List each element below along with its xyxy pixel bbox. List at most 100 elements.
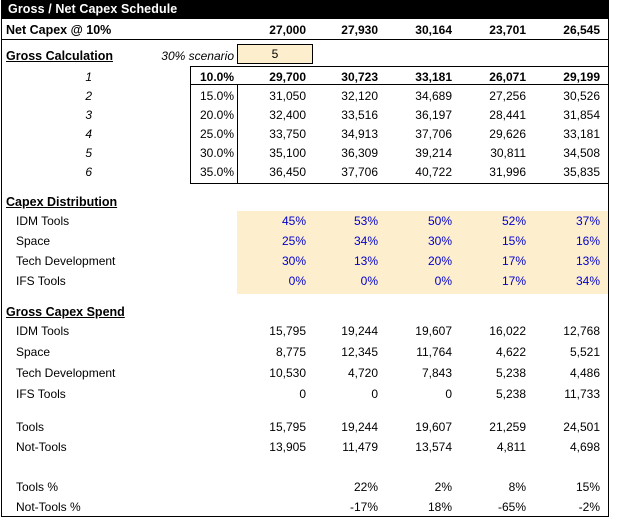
net-capex-value-2: 30,164 — [415, 23, 452, 37]
scenario-cell-border-top — [237, 44, 313, 45]
gross-cell-4-2: 39,214 — [415, 146, 452, 160]
gross-cell-3-4: 33,181 — [563, 127, 600, 141]
growth-cell-0-1: 22% — [353, 480, 378, 494]
gross-cell-1-4: 30,526 — [563, 89, 600, 103]
capex-dist-cell-0-0[interactable]: 45% — [236, 214, 306, 228]
gross-cell-1-1: 32,120 — [341, 89, 378, 103]
gross-cell-2-1: 33,516 — [341, 108, 378, 122]
gross-table-border-bottom — [190, 183, 608, 184]
net-capex-value-3: 23,701 — [489, 23, 526, 37]
gross-spend-cell-1-1: 12,345 — [341, 345, 378, 359]
gross-cell-5-1: 37,706 — [341, 165, 378, 179]
page-title: Gross / Net Capex Schedule — [8, 2, 178, 16]
sheet-border-bottom — [1, 516, 609, 517]
capex-distribution-heading: Capex Distribution — [6, 195, 118, 209]
gross-spend-cell-2-4: 4,486 — [569, 366, 600, 380]
gross-uplift-5: 35.0% — [199, 165, 234, 179]
capex-distribution-label-1: Space — [16, 234, 51, 248]
growth-cell-1-4: -2% — [578, 500, 600, 514]
net-capex-underline — [2, 39, 608, 40]
gross-spend-cell-2-2: 7,843 — [421, 366, 452, 380]
capex-dist-cell-3-0[interactable]: 0% — [236, 274, 306, 288]
capex-distribution-label-0: IDM Tools — [16, 214, 70, 228]
totals-cell-0-2: 19,607 — [415, 420, 452, 434]
gross-cell-0-0: 29,700 — [269, 70, 306, 84]
gross-calculation-heading: Gross Calculation — [6, 49, 113, 63]
scenario-cell-border-right — [312, 44, 313, 64]
scenario-cell-border-bottom — [237, 63, 313, 64]
capex-dist-cell-2-4[interactable]: 13% — [532, 254, 600, 268]
totals-cell-1-3: 4,811 — [496, 440, 526, 454]
gross-spend-label-0: IDM Tools — [16, 324, 70, 338]
gross-cell-0-3: 26,071 — [489, 70, 526, 84]
gross-spend-cell-3-2: 0 — [445, 387, 452, 401]
net-capex-value-4: 26,545 — [563, 23, 600, 37]
gross-cell-3-2: 37,706 — [415, 127, 452, 141]
gross-cell-3-0: 33,750 — [269, 127, 306, 141]
gross-spend-cell-1-0: 8,775 — [275, 345, 306, 359]
gross-cell-2-4: 31,854 — [563, 108, 600, 122]
capex-dist-cell-3-4[interactable]: 34% — [532, 274, 600, 288]
gross-cell-4-3: 30,811 — [490, 146, 526, 160]
growth-label-0: Tools % — [16, 480, 59, 494]
gross-table-border-top — [190, 66, 608, 67]
gross-uplift-2: 20.0% — [199, 108, 234, 122]
capex-dist-cell-1-3[interactable]: 15% — [458, 234, 526, 248]
gross-capex-spend-heading: Gross Capex Spend — [6, 305, 125, 319]
growth-cell-0-3: 8% — [508, 480, 526, 494]
capex-dist-cell-3-3[interactable]: 17% — [458, 274, 526, 288]
gross-cell-0-1: 30,723 — [341, 70, 378, 84]
totals-cell-1-1: 11,479 — [342, 440, 378, 454]
scenario-label: 30% scenario — [161, 49, 234, 63]
scenario-input-value[interactable]: 5 — [238, 47, 312, 61]
capex-dist-cell-1-1[interactable]: 34% — [310, 234, 378, 248]
capex-dist-cell-2-2[interactable]: 20% — [384, 254, 452, 268]
gross-table-header-rule — [190, 84, 608, 85]
capex-dist-cell-0-2[interactable]: 50% — [384, 214, 452, 228]
gross-uplift-4: 30.0% — [199, 146, 234, 160]
gross-spend-cell-1-3: 4,622 — [495, 345, 526, 359]
gross-row-number-4: 5 — [85, 146, 92, 160]
gross-cell-2-2: 36,197 — [415, 108, 452, 122]
totals-cell-1-2: 13,574 — [415, 440, 452, 454]
totals-cell-0-0: 15,795 — [269, 420, 306, 434]
net-capex-value-0: 27,000 — [269, 23, 306, 37]
capex-dist-cell-0-3[interactable]: 52% — [458, 214, 526, 228]
totals-cell-0-3: 21,259 — [489, 420, 526, 434]
spreadsheet-canvas: Gross / Net Capex Schedule Net Capex @ 1… — [0, 0, 622, 523]
totals-cell-1-4: 4,698 — [569, 440, 600, 454]
gross-spend-cell-1-2: 11,764 — [416, 345, 452, 359]
gross-spend-cell-0-2: 19,607 — [415, 324, 452, 338]
gross-cell-0-2: 33,181 — [415, 70, 452, 84]
gross-spend-cell-0-0: 15,795 — [269, 324, 306, 338]
totals-cell-1-0: 13,905 — [269, 440, 306, 454]
gross-cell-4-4: 34,508 — [563, 146, 600, 160]
gross-spend-cell-3-0: 0 — [299, 387, 306, 401]
gross-cell-2-3: 28,441 — [489, 108, 526, 122]
totals-cell-0-1: 19,244 — [341, 420, 378, 434]
capex-dist-cell-0-4[interactable]: 37% — [532, 214, 600, 228]
gross-spend-label-2: Tech Development — [16, 366, 116, 380]
gross-row-number-1: 2 — [85, 89, 92, 103]
capex-dist-cell-1-0[interactable]: 25% — [236, 234, 306, 248]
gross-spend-cell-3-4: 11,733 — [564, 387, 600, 401]
capex-dist-cell-1-4[interactable]: 16% — [532, 234, 600, 248]
capex-dist-cell-1-2[interactable]: 30% — [384, 234, 452, 248]
gross-cell-1-0: 31,050 — [269, 89, 306, 103]
capex-dist-cell-2-1[interactable]: 13% — [310, 254, 378, 268]
gross-cell-1-3: 27,256 — [489, 89, 526, 103]
gross-spend-cell-0-4: 12,768 — [563, 324, 600, 338]
capex-dist-cell-3-1[interactable]: 0% — [310, 274, 378, 288]
gross-spend-cell-0-1: 19,244 — [341, 324, 378, 338]
capex-dist-cell-3-2[interactable]: 0% — [384, 274, 452, 288]
gross-uplift-0: 10.0% — [199, 70, 234, 84]
totals-cell-0-4: 24,501 — [563, 420, 600, 434]
gross-cell-2-0: 32,400 — [269, 108, 306, 122]
growth-cell-1-3: -65% — [497, 500, 526, 514]
capex-dist-cell-2-3[interactable]: 17% — [458, 254, 526, 268]
capex-dist-cell-2-0[interactable]: 30% — [236, 254, 306, 268]
gross-cell-4-1: 36,309 — [341, 146, 378, 160]
net-capex-label: Net Capex @ 10% — [6, 23, 112, 37]
capex-dist-cell-0-1[interactable]: 53% — [310, 214, 378, 228]
gross-cell-0-4: 29,199 — [563, 70, 600, 84]
